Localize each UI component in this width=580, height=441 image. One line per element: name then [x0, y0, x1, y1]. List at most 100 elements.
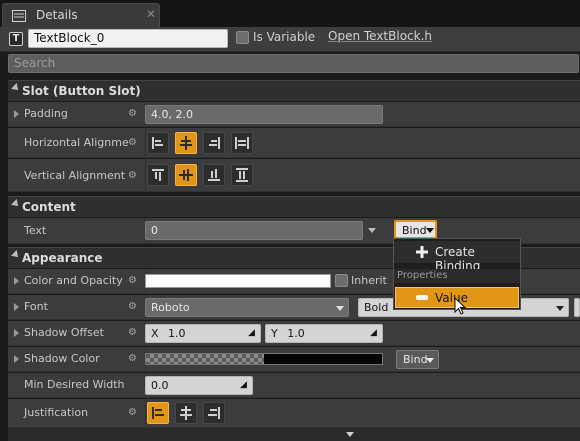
halign-right-button[interactable] [203, 132, 225, 154]
shadow-offset-row: Shadow Offset ⚙ X 1.0 ◢ Y 1.0 ◢ [8, 321, 580, 346]
align-right-icon [209, 137, 220, 149]
section-content[interactable]: Content [8, 196, 580, 217]
horizontal-alignment-label: Horizontal Alignme [24, 136, 129, 149]
dropdown-arrow-icon [556, 306, 564, 311]
collapse-arrow-icon [11, 250, 21, 260]
shadow-color-label: Shadow Color [24, 352, 100, 365]
align-bottom-icon [208, 169, 220, 181]
expand-arrow-icon[interactable] [14, 277, 19, 285]
shadow-color-swatch[interactable] [145, 353, 383, 365]
dropdown-arrow-icon [426, 228, 434, 233]
align-top-icon [152, 169, 164, 181]
y-value: 1.0 [287, 327, 305, 340]
expand-advanced-icon [346, 432, 354, 437]
font-family-value: Roboto [151, 301, 190, 314]
property-binding-icon[interactable]: ⚙ [128, 137, 138, 148]
justify-right-icon [208, 407, 220, 419]
font-size-input[interactable] [574, 298, 580, 317]
tab-details[interactable]: Details ✕ [2, 3, 160, 27]
drag-handle-icon[interactable]: ◢ [370, 328, 377, 338]
shadow-bind-button[interactable]: Bind [396, 350, 439, 369]
text-widget-icon: T [9, 32, 23, 46]
justify-right-button[interactable] [203, 402, 225, 424]
properties-label: Properties [397, 270, 448, 281]
inherit-label: Inherit [351, 274, 387, 287]
property-binding-icon[interactable]: ⚙ [128, 353, 138, 364]
is-variable-checkbox[interactable] [236, 31, 249, 44]
y-label: Y [271, 327, 278, 340]
open-header-link[interactable]: Open TextBlock.h [328, 29, 432, 43]
details-header: T TextBlock_0 Is Variable Open TextBlock… [0, 27, 580, 52]
mouse-cursor-icon [454, 297, 467, 315]
min-desired-width-label: Min Desired Width [24, 378, 125, 391]
property-pill-icon [416, 295, 428, 300]
shadow-color-row: Shadow Color ⚙ Bind [8, 347, 580, 372]
shadow-offset-y-input[interactable]: Y 1.0 ◢ [265, 324, 383, 343]
justification-label: Justification [24, 406, 89, 419]
text-input[interactable]: 0 [145, 221, 363, 240]
advanced-expander[interactable] [8, 428, 580, 441]
details-icon [12, 10, 26, 22]
justify-center-button[interactable] [175, 402, 197, 424]
halign-left-button[interactable] [147, 132, 169, 154]
expand-arrow-icon[interactable] [14, 303, 19, 311]
expand-arrow-icon[interactable] [14, 355, 19, 363]
valign-top-button[interactable] [147, 164, 169, 186]
property-binding-icon[interactable]: ⚙ [128, 170, 138, 181]
padding-row: Padding ⚙ 4.0, 2.0 [8, 102, 580, 127]
font-label: Font [24, 300, 48, 313]
property-binding-icon[interactable]: ⚙ [128, 301, 138, 312]
tab-bar: Details ✕ [0, 0, 580, 27]
create-binding-item[interactable]: Create Binding [394, 241, 520, 273]
min-desired-width-row: Min Desired Width 0.0 ◢ [8, 373, 580, 398]
plus-icon [416, 246, 428, 258]
valign-bottom-button[interactable] [203, 164, 225, 186]
bind-label: Bind [403, 353, 428, 366]
justify-center-icon [180, 406, 192, 420]
collapse-arrow-icon [11, 83, 21, 93]
valign-fill-button[interactable] [231, 164, 253, 186]
align-middle-icon [179, 169, 193, 181]
properties-header: Properties [394, 269, 520, 283]
halign-fill-button[interactable] [231, 132, 253, 154]
is-variable-label: Is Variable [253, 30, 316, 44]
shadow-offset-label: Shadow Offset [24, 326, 104, 339]
drag-handle-icon[interactable]: ◢ [248, 328, 255, 338]
widget-name-input[interactable]: TextBlock_0 [28, 29, 228, 48]
justify-left-button[interactable] [147, 402, 169, 424]
x-value: 1.0 [168, 327, 186, 340]
column-divider [145, 399, 146, 427]
text-options-arrow-icon[interactable] [368, 228, 376, 233]
shadow-offset-x-input[interactable]: X 1.0 ◢ [145, 324, 261, 343]
expand-arrow-icon[interactable] [14, 329, 19, 337]
min-width-value: 0.0 [151, 379, 169, 392]
property-binding-icon[interactable]: ⚙ [128, 407, 138, 418]
property-binding-icon[interactable]: ⚙ [128, 327, 138, 338]
padding-input[interactable]: 4.0, 2.0 [145, 105, 383, 124]
search-input[interactable]: Search [8, 54, 579, 73]
tab-title: Details [36, 8, 78, 22]
property-binding-icon[interactable]: ⚙ [128, 275, 138, 286]
min-desired-width-input[interactable]: 0.0 ◢ [145, 376, 253, 395]
inherit-checkbox[interactable] [335, 274, 348, 287]
halign-center-button[interactable] [175, 132, 197, 154]
dropdown-arrow-icon [336, 306, 344, 311]
drag-handle-icon[interactable]: ◢ [240, 380, 247, 390]
align-left-icon [152, 137, 163, 149]
color-opacity-label: Color and Opacity [24, 274, 123, 287]
align-center-icon [180, 136, 192, 150]
collapse-arrow-icon [11, 199, 21, 209]
vertical-alignment-row: Vertical Alignment ⚙ [8, 159, 580, 192]
bind-label: Bind [402, 224, 427, 237]
expand-arrow-icon[interactable] [14, 110, 19, 118]
close-icon[interactable]: ✕ [146, 7, 156, 21]
section-slot[interactable]: Slot (Button Slot) [8, 80, 580, 101]
text-bind-button[interactable]: Bind [394, 220, 437, 239]
section-title: Content [22, 200, 76, 214]
font-family-select[interactable]: Roboto [145, 298, 349, 317]
align-vertical-fill-icon [236, 168, 248, 182]
valign-center-button[interactable] [175, 164, 197, 186]
property-binding-icon[interactable]: ⚙ [128, 108, 138, 119]
color-swatch[interactable] [145, 274, 331, 288]
horizontal-alignment-row: Horizontal Alignme ⚙ [8, 128, 580, 158]
